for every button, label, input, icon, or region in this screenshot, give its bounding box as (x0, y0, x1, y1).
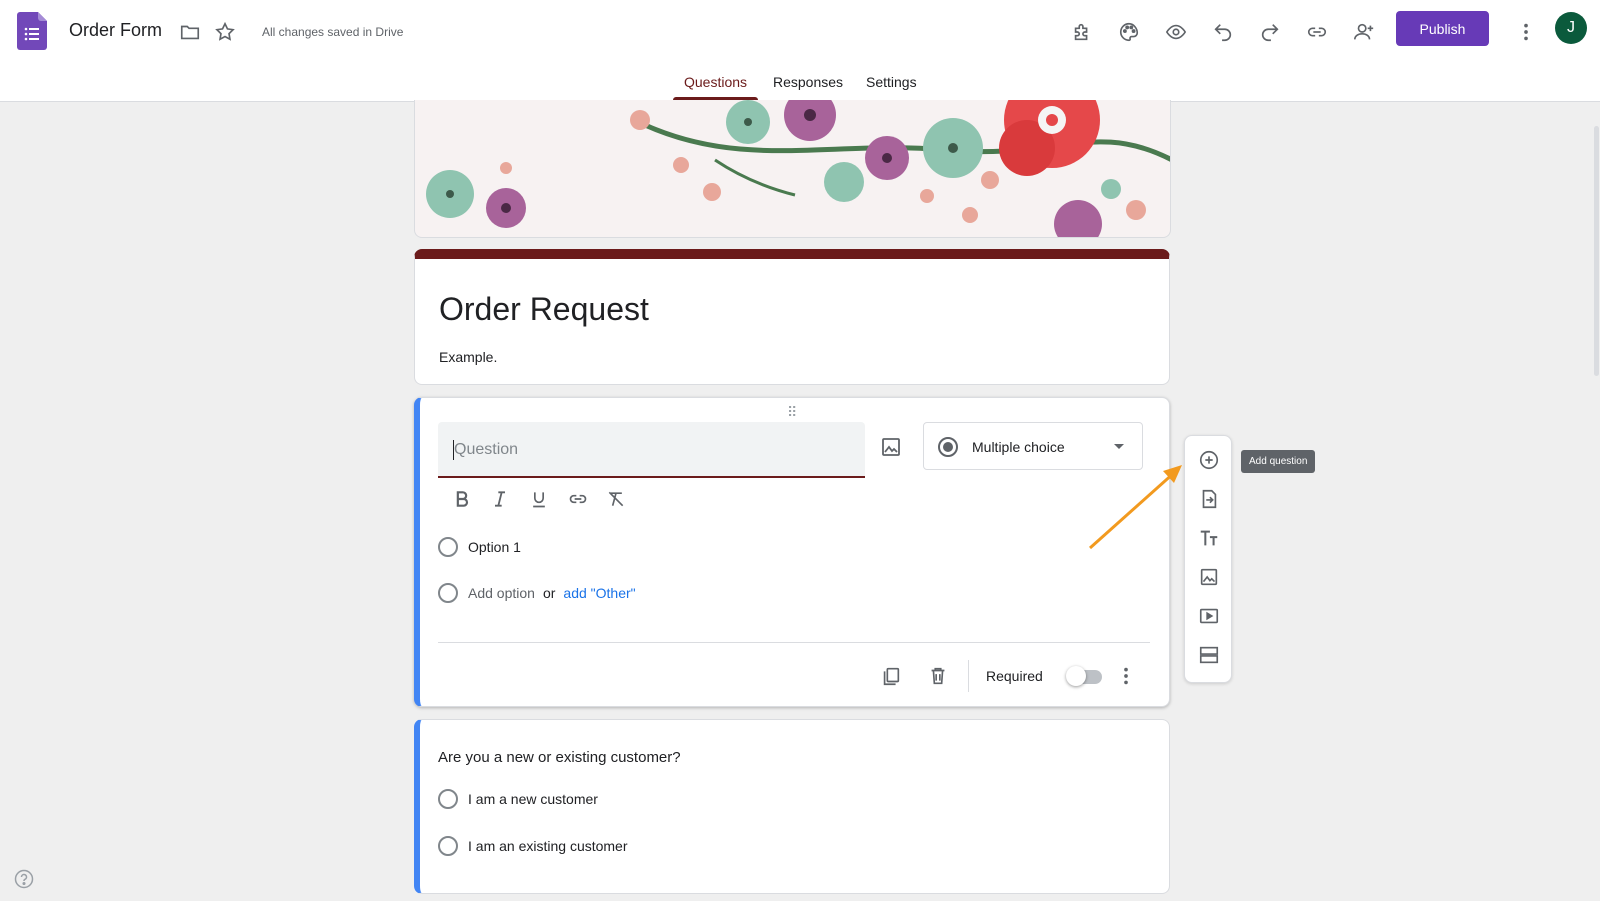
undo-icon[interactable] (1211, 20, 1235, 44)
bold-icon[interactable] (450, 487, 474, 511)
more-options-icon[interactable] (1114, 664, 1138, 688)
form-title[interactable]: Order Request (439, 291, 649, 328)
tab-responses[interactable]: Responses (773, 74, 843, 90)
add-question-tooltip: Add question (1241, 450, 1316, 473)
help-icon[interactable] (14, 869, 34, 889)
delete-trash-icon[interactable] (926, 664, 950, 688)
radio-circle (438, 537, 458, 557)
duplicate-icon[interactable] (879, 664, 903, 688)
publish-button[interactable]: Publish (1396, 11, 1489, 46)
option-label: I am an existing customer (468, 838, 628, 854)
add-collaborator-icon[interactable] (1352, 20, 1376, 44)
footer-divider (438, 642, 1150, 643)
add-video-icon[interactable] (1197, 604, 1221, 628)
tab-questions[interactable]: Questions (684, 74, 747, 90)
add-section-icon[interactable] (1197, 643, 1221, 667)
required-label: Required (986, 668, 1043, 684)
toggle-knob (1066, 666, 1086, 686)
add-option-row: Add option or add "Other" (438, 581, 636, 605)
save-status: All changes saved in Drive (262, 25, 404, 39)
question-card[interactable]: Are you a new or existing customer? I am… (414, 719, 1170, 894)
more-options-icon[interactable] (1514, 20, 1538, 44)
form-description[interactable]: Example. (439, 349, 497, 365)
add-title-description-icon[interactable] (1197, 526, 1221, 550)
italic-icon[interactable] (488, 487, 512, 511)
radio-circle[interactable] (438, 836, 458, 856)
star-icon[interactable] (213, 20, 237, 44)
multiple-choice-icon (938, 437, 958, 457)
question-placeholder: Question (454, 441, 519, 458)
radio-circle[interactable] (438, 789, 458, 809)
footer-separator (968, 660, 969, 692)
tab-settings[interactable]: Settings (866, 74, 917, 90)
customize-theme-palette-icon[interactable] (1117, 20, 1141, 44)
header-image-banner (414, 100, 1171, 238)
chevron-down-icon (1114, 444, 1124, 449)
question-type-label: Multiple choice (972, 439, 1065, 455)
document-title[interactable]: Order Form (69, 20, 162, 41)
import-questions-icon[interactable] (1197, 487, 1221, 511)
form-title-card: Order Request Example. (414, 249, 1170, 385)
copy-link-icon[interactable] (1305, 20, 1329, 44)
underline-icon[interactable] (527, 487, 551, 511)
required-toggle[interactable] (1066, 666, 1102, 686)
form-tabs: Questions Responses Settings (0, 66, 1600, 102)
drag-handle-icon[interactable]: ⠿ (787, 404, 798, 421)
add-other-link[interactable]: add "Other" (563, 585, 635, 601)
header-bar: Order Form All changes saved in Drive Pu… (0, 0, 1600, 102)
link-icon[interactable] (566, 487, 590, 511)
question-title-input[interactable]: Question (438, 422, 865, 478)
option-row: Option 1 (438, 535, 521, 559)
account-avatar[interactable]: J (1555, 12, 1587, 44)
or-text: or (542, 585, 556, 601)
radio-circle (438, 583, 458, 603)
option-row[interactable]: I am a new customer (438, 787, 598, 811)
forms-logo-icon[interactable] (17, 12, 47, 50)
option-label: I am a new customer (468, 791, 598, 807)
question-title: Are you a new or existing customer? (438, 749, 681, 766)
add-question-icon[interactable] (1197, 448, 1221, 472)
add-image-icon[interactable] (879, 435, 903, 459)
annotation-arrow-icon (1089, 465, 1182, 550)
add-image-icon[interactable] (1197, 565, 1221, 589)
redo-icon[interactable] (1258, 20, 1282, 44)
add-ons-puzzle-icon[interactable] (1070, 20, 1094, 44)
page-scrollbar[interactable] (1594, 126, 1599, 376)
add-option-button[interactable]: Add option (468, 585, 535, 601)
clear-formatting-icon[interactable] (604, 487, 628, 511)
option-row[interactable]: I am an existing customer (438, 834, 628, 858)
question-editor-card[interactable]: ⠿ Question Multiple choice Option 1 Add … (414, 397, 1170, 707)
option-label[interactable]: Option 1 (468, 539, 521, 555)
preview-eye-icon[interactable] (1164, 20, 1188, 44)
folder-icon[interactable] (178, 20, 202, 44)
